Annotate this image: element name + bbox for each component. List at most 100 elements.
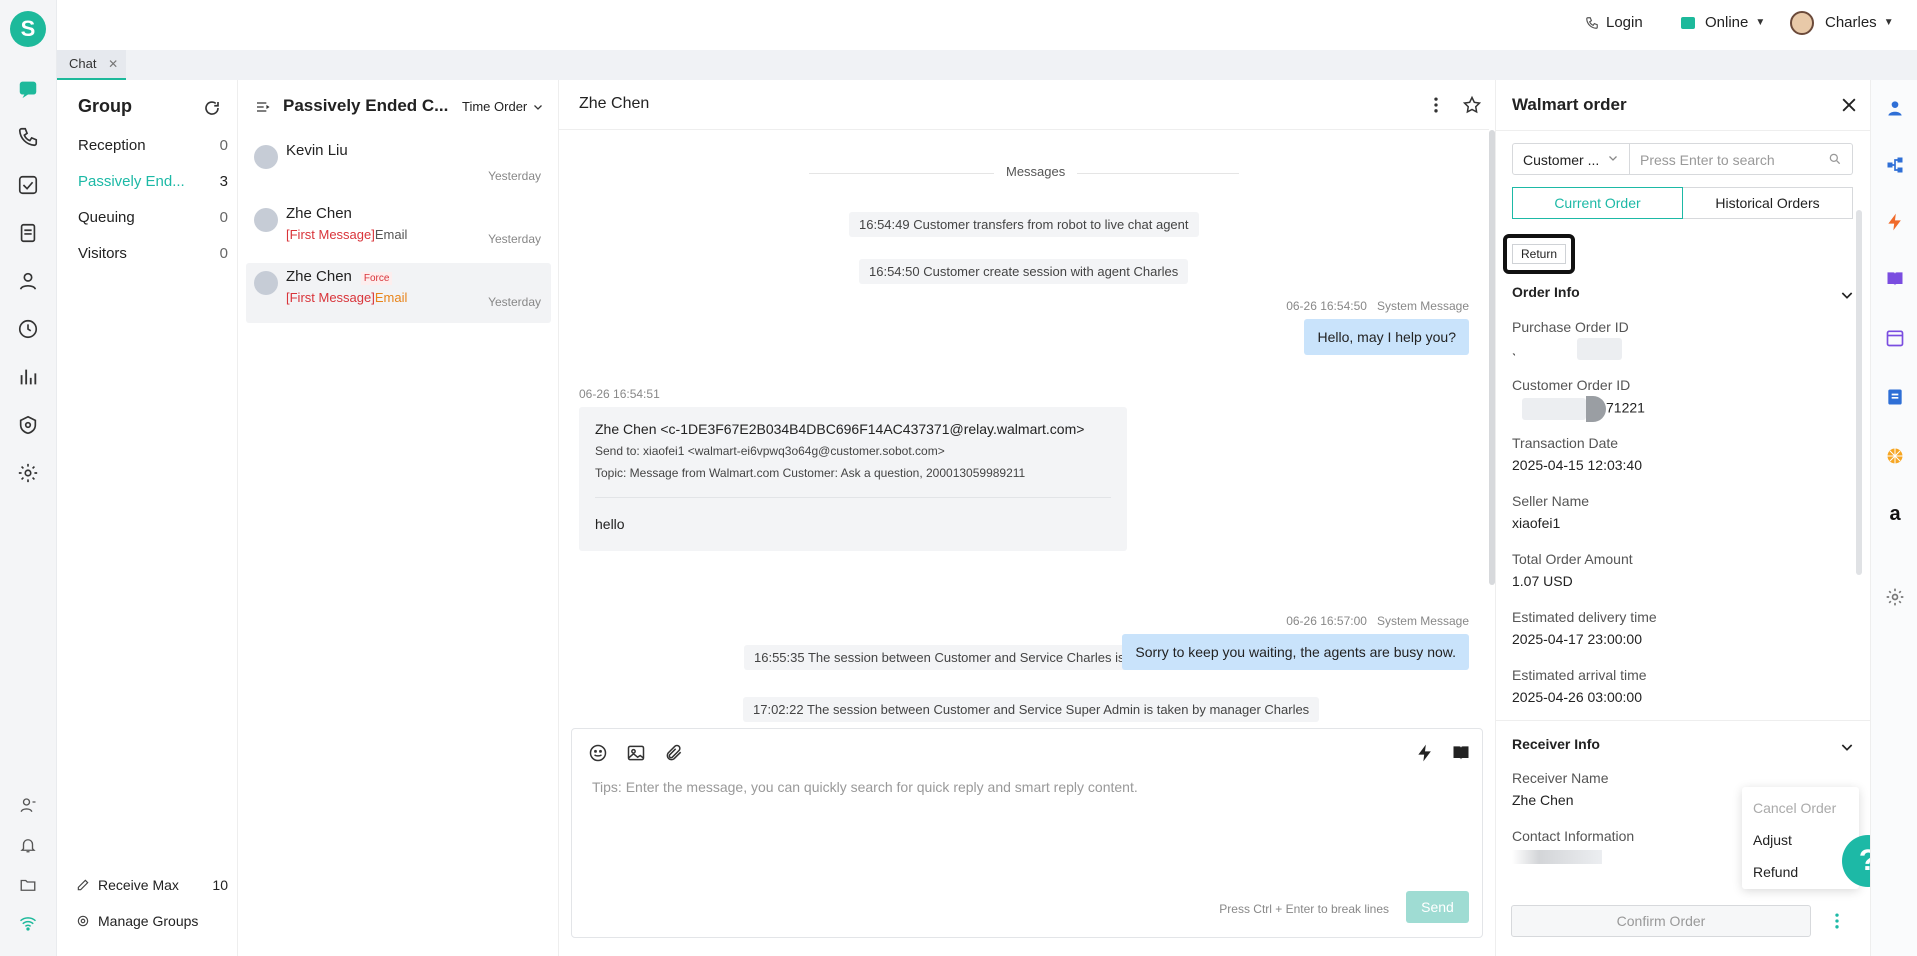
email-from: Zhe Chen <c-1DE3F67E2B034B4DBC696F14AC43… bbox=[595, 421, 1085, 437]
email-topic: Topic: Message from Walmart.com Customer… bbox=[595, 466, 1026, 480]
more-vertical-icon[interactable] bbox=[1426, 95, 1446, 115]
group-item-count: 0 bbox=[219, 137, 228, 154]
app-logo[interactable]: S bbox=[10, 11, 46, 47]
group-item-visitors[interactable]: Visitors 0 bbox=[78, 245, 228, 262]
force-badge: Force bbox=[360, 272, 393, 285]
order-actions-menu: Cancel Order Adjust Refund bbox=[1742, 787, 1859, 889]
emoji-icon[interactable] bbox=[588, 743, 608, 763]
system-notice: 16:54:50 Customer create session with ag… bbox=[859, 259, 1189, 284]
group-item-label: Passively End... bbox=[78, 173, 185, 190]
gear-icon[interactable] bbox=[1885, 587, 1905, 607]
field-value: ˎ bbox=[1512, 339, 1517, 356]
agent-status-icon[interactable] bbox=[19, 796, 37, 814]
return-button[interactable]: Return bbox=[1512, 244, 1566, 264]
more-vertical-icon[interactable] bbox=[1827, 911, 1847, 931]
menu-item-refund[interactable]: Refund bbox=[1753, 864, 1798, 880]
chevron-down-icon[interactable] bbox=[1839, 287, 1855, 303]
search-placeholder: Press Enter to search bbox=[1640, 152, 1775, 168]
search-field-select[interactable]: Customer ... bbox=[1512, 143, 1630, 175]
receive-max-row[interactable]: Receive Max 10 bbox=[76, 877, 228, 893]
order-info-heading: Order Info bbox=[1512, 284, 1580, 300]
menu-item-adjust[interactable]: Adjust bbox=[1753, 832, 1792, 848]
redacted-mask bbox=[1522, 398, 1586, 420]
chevron-down-icon[interactable] bbox=[1839, 739, 1855, 755]
session-list-title: Passively Ended C... bbox=[283, 96, 449, 115]
message-time: 06-26 16:57:00 bbox=[1286, 614, 1367, 628]
field-label: Total Order Amount bbox=[1512, 551, 1633, 567]
close-icon[interactable]: ✕ bbox=[108, 57, 118, 71]
chevron-down-icon bbox=[1609, 156, 1617, 161]
document-icon[interactable] bbox=[1885, 387, 1905, 407]
tab-chat[interactable]: Chat ✕ bbox=[57, 50, 126, 80]
tasks-nav-icon[interactable] bbox=[17, 174, 39, 196]
workflow-icon[interactable] bbox=[1885, 155, 1905, 175]
calendar-icon[interactable] bbox=[1885, 328, 1905, 348]
customer-profile-icon[interactable] bbox=[1885, 98, 1905, 118]
session-name: Kevin Liu bbox=[286, 142, 348, 159]
sort-dropdown[interactable]: Time Order bbox=[462, 99, 544, 114]
send-button[interactable]: Send bbox=[1406, 891, 1469, 923]
menu-collapse-icon[interactable] bbox=[255, 99, 271, 115]
status-dropdown[interactable]: Online ▼ bbox=[1681, 0, 1765, 46]
settings-nav-icon[interactable] bbox=[17, 462, 39, 484]
outgoing-message: Sorry to keep you waiting, the agents ar… bbox=[1122, 634, 1469, 670]
field-label: Transaction Date bbox=[1512, 435, 1619, 451]
outgoing-message: Hello, may I help you? bbox=[1304, 319, 1469, 355]
purchase-order-id: ˎ bbox=[1512, 338, 1622, 360]
chevron-down-icon bbox=[534, 104, 543, 110]
field-label: Estimated arrival time bbox=[1512, 667, 1647, 683]
chat-nav-icon[interactable] bbox=[17, 78, 39, 100]
history-nav-icon[interactable] bbox=[17, 318, 39, 340]
group-title: Group bbox=[78, 96, 132, 116]
caret-down-icon: ▼ bbox=[1883, 17, 1894, 28]
caret-down-icon: ▼ bbox=[1755, 17, 1766, 28]
tab-historical-orders[interactable]: Historical Orders bbox=[1683, 187, 1853, 219]
session-name: Zhe Chen Force bbox=[286, 268, 393, 285]
lightning-icon[interactable] bbox=[1885, 212, 1905, 232]
reports-nav-icon[interactable] bbox=[17, 366, 39, 388]
login-link[interactable]: Login bbox=[1585, 0, 1643, 46]
order-scrollbar[interactable] bbox=[1856, 210, 1862, 575]
group-item-queuing[interactable]: Queuing 0 bbox=[78, 209, 228, 226]
field-value: 2025-04-17 23:00:00 bbox=[1512, 631, 1642, 647]
book-icon[interactable] bbox=[1885, 269, 1905, 289]
attachment-icon[interactable] bbox=[664, 743, 684, 763]
message-sender: System Message bbox=[1376, 614, 1469, 628]
field-label: Estimated delivery time bbox=[1512, 609, 1657, 625]
session-name: Zhe Chen bbox=[286, 205, 352, 222]
orange-app-icon[interactable] bbox=[1885, 446, 1905, 466]
amazon-icon[interactable]: a bbox=[1885, 504, 1905, 524]
customers-nav-icon[interactable] bbox=[17, 270, 39, 292]
quick-reply-icon[interactable] bbox=[1415, 743, 1435, 763]
refresh-icon[interactable] bbox=[203, 99, 221, 117]
group-item-reception[interactable]: Reception 0 bbox=[78, 137, 228, 154]
phone-icon bbox=[1586, 17, 1598, 29]
order-search-input[interactable]: Press Enter to search bbox=[1630, 143, 1853, 175]
bell-icon[interactable] bbox=[19, 836, 37, 854]
folder-icon[interactable] bbox=[19, 876, 37, 894]
shield-nav-icon[interactable] bbox=[17, 414, 39, 436]
image-icon[interactable] bbox=[626, 743, 646, 763]
group-item-label: Visitors bbox=[78, 245, 127, 262]
customer-order-id: 71221 bbox=[1512, 396, 1645, 422]
phone-nav-icon[interactable] bbox=[17, 126, 39, 148]
group-item-passively-ended[interactable]: Passively End... 3 bbox=[78, 173, 228, 190]
tab-bar: Chat ✕ bbox=[57, 50, 1917, 80]
session-item[interactable]: Zhe Chen [First Message]Email Yesterday bbox=[246, 200, 551, 260]
knowledge-book-icon[interactable] bbox=[1451, 743, 1471, 763]
session-item-selected[interactable]: Zhe Chen Force [First Message]Email Yeste… bbox=[246, 263, 551, 323]
chat-title: Zhe Chen bbox=[579, 95, 650, 112]
user-menu[interactable]: Charles ▼ bbox=[1790, 0, 1894, 46]
menu-item-cancel-order[interactable]: Cancel Order bbox=[1753, 800, 1836, 816]
tab-current-order[interactable]: Current Order bbox=[1512, 187, 1683, 219]
confirm-order-button[interactable]: Confirm Order bbox=[1511, 905, 1811, 937]
session-item[interactable]: Kevin Liu Yesterday bbox=[246, 137, 551, 197]
receive-max-label: Receive Max bbox=[98, 877, 179, 893]
avatar bbox=[254, 271, 278, 295]
close-icon[interactable] bbox=[1839, 95, 1859, 115]
message-input[interactable]: Tips: Enter the message, you can quickly… bbox=[592, 779, 1462, 795]
star-icon[interactable] bbox=[1462, 95, 1482, 115]
tickets-nav-icon[interactable] bbox=[17, 222, 39, 244]
manage-groups-button[interactable]: Manage Groups bbox=[76, 913, 198, 929]
field-label: Customer Order ID bbox=[1512, 377, 1631, 393]
